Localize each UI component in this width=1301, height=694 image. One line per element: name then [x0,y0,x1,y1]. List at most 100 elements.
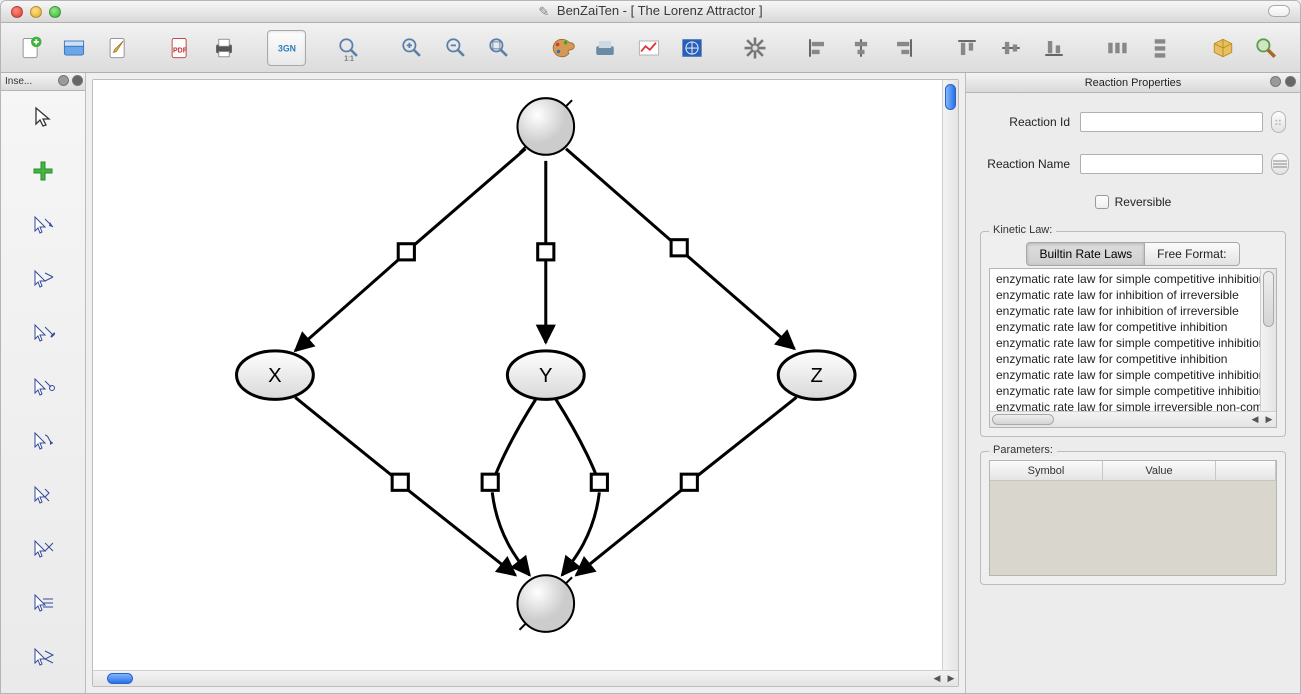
ratelaw-hleft-icon[interactable]: ◀ [1248,412,1262,427]
print-button[interactable] [204,30,243,66]
svg-text:Z: Z [810,365,822,387]
rate-law-item[interactable]: enzymatic rate law for inhibition of irr… [990,303,1260,319]
panel-close-icon[interactable] [1285,76,1296,87]
properties-header[interactable]: Reaction Properties [966,73,1300,93]
align-top-button[interactable] [947,30,986,66]
node-z[interactable]: Z [778,351,855,400]
app-icon: ✎ [538,4,549,20]
zoom-reset-button[interactable]: 1:1 [330,30,369,66]
tool-arrow-8[interactable] [27,591,59,615]
reaction-name-edit-button[interactable] [1271,153,1289,175]
tool-select[interactable] [27,105,59,129]
view-3d-button[interactable] [1203,30,1242,66]
rate-law-item[interactable]: enzymatic rate law for simple competitiv… [990,271,1260,287]
node-x[interactable]: X [237,351,314,400]
main-toolbar: PDF 3GN 1:1 [1,23,1300,73]
rate-law-item[interactable]: enzymatic rate law for competitive inhib… [990,319,1260,335]
align-center-v-button[interactable] [991,30,1030,66]
hscroll-thumb[interactable] [107,673,133,684]
tool-arrow-3[interactable] [27,321,59,345]
tab-free-format[interactable]: Free Format: [1144,242,1239,266]
diagram-canvas[interactable]: X Y Z [92,79,959,687]
hscroll-left-icon[interactable]: ◀ [930,671,944,686]
window-title: ✎ BenZaiTen - [ The Lorenz Attractor ] [1,3,1300,20]
tool-arrow-9[interactable] [27,645,59,669]
parameters-table[interactable]: Symbol Value [989,460,1277,576]
distribute-h-button[interactable] [1097,30,1136,66]
tab-builtin-rate-laws[interactable]: Builtin Rate Laws [1026,242,1144,266]
hscroll-right-icon[interactable]: ▶ [944,671,958,686]
settings-button[interactable] [735,30,774,66]
tool-arrow-7[interactable] [27,537,59,561]
zoom-out-button[interactable] [436,30,475,66]
tool-arrow-2[interactable] [27,267,59,291]
svg-text:3GN: 3GN [278,43,296,53]
align-left-button[interactable] [798,30,837,66]
canvas-area: X Y Z [86,73,965,693]
align-right-button[interactable] [885,30,924,66]
ratelaw-hscroll[interactable]: ◀ ▶ [990,411,1276,427]
ratelaw-vthumb[interactable] [1263,271,1274,327]
kinetic-law-label: Kinetic Law: [989,224,1056,236]
app-window: ✎ BenZaiTen - [ The Lorenz Attractor ] P… [0,0,1301,694]
align-bottom-button[interactable] [1034,30,1073,66]
reaction-id-edit-button[interactable]: ⠶ [1271,111,1286,133]
rate-law-item[interactable]: enzymatic rate law for competitive inhib… [990,351,1260,367]
chart-button[interactable] [629,30,668,66]
export-pdf-button[interactable]: PDF [161,30,200,66]
globe-button[interactable] [672,30,711,66]
titlebar: ✎ BenZaiTen - [ The Lorenz Attractor ] [1,1,1300,23]
param-col-spacer [1216,461,1276,481]
rate-law-item[interactable]: enzymatic rate law for simple competitiv… [990,335,1260,351]
vscroll-thumb[interactable] [945,84,956,110]
rate-law-list[interactable]: enzymatic rate law for simple competitiv… [989,268,1277,428]
ratelaw-hright-icon[interactable]: ▶ [1262,412,1276,427]
reversible-label: Reversible [1115,195,1172,209]
rate-law-item[interactable]: enzymatic rate law for simple competitiv… [990,367,1260,383]
canvas-vscroll[interactable] [942,80,958,670]
insert-palette: Inse... ⌄ [1,73,86,693]
tool-arrow-1[interactable] [27,213,59,237]
zoom-in-button[interactable] [392,30,431,66]
sink-node[interactable] [517,575,574,632]
palette-minimize-icon[interactable] [58,75,69,86]
list-icon [1272,159,1288,169]
typewriter-button[interactable] [585,30,624,66]
param-col-symbol[interactable]: Symbol [990,461,1103,481]
rate-law-item[interactable]: enzymatic rate law for simple competitiv… [990,383,1260,399]
new-button[interactable] [11,30,50,66]
ratelaw-vscroll[interactable] [1260,269,1276,411]
svg-text:PDF: PDF [173,47,188,54]
zoom-fit-button[interactable] [479,30,518,66]
parameters-group: Parameters: Symbol Value [980,451,1286,585]
svg-text:X: X [268,365,282,387]
distribute-v-button[interactable] [1140,30,1179,66]
tool-arrow-6[interactable] [27,483,59,507]
palette-close-icon[interactable] [72,75,83,86]
palette-header[interactable]: Inse... [1,73,85,91]
panel-minimize-icon[interactable] [1270,76,1281,87]
canvas-hscroll[interactable]: ◀ ▶ [93,670,958,686]
node-y[interactable]: Y [507,351,584,400]
align-center-h-button[interactable] [841,30,880,66]
param-col-value[interactable]: Value [1103,461,1216,481]
ratelaw-hthumb[interactable] [992,414,1054,425]
ellipsis-icon: ⠶ [1274,115,1284,129]
reversible-checkbox[interactable] [1095,195,1109,209]
inspect-button[interactable] [1247,30,1286,66]
reaction-id-input[interactable] [1080,112,1263,132]
toolbar-toggle-button[interactable] [1268,5,1290,17]
sbgn-button[interactable]: 3GN [267,30,307,66]
svg-text:Y: Y [539,365,553,387]
palette-button[interactable] [542,30,581,66]
rate-law-item[interactable]: enzymatic rate law for inhibition of irr… [990,287,1260,303]
reaction-name-input[interactable] [1080,154,1263,174]
properties-panel: Reaction Properties Reaction Id ⠶ Reacti… [965,73,1300,693]
tool-arrow-5[interactable] [27,429,59,453]
tool-arrow-4[interactable] [27,375,59,399]
tool-add[interactable] [27,159,59,183]
open-button[interactable] [54,30,93,66]
edit-doc-button[interactable] [98,30,137,66]
source-node[interactable] [517,98,574,155]
reaction-id-label: Reaction Id [980,115,1080,129]
